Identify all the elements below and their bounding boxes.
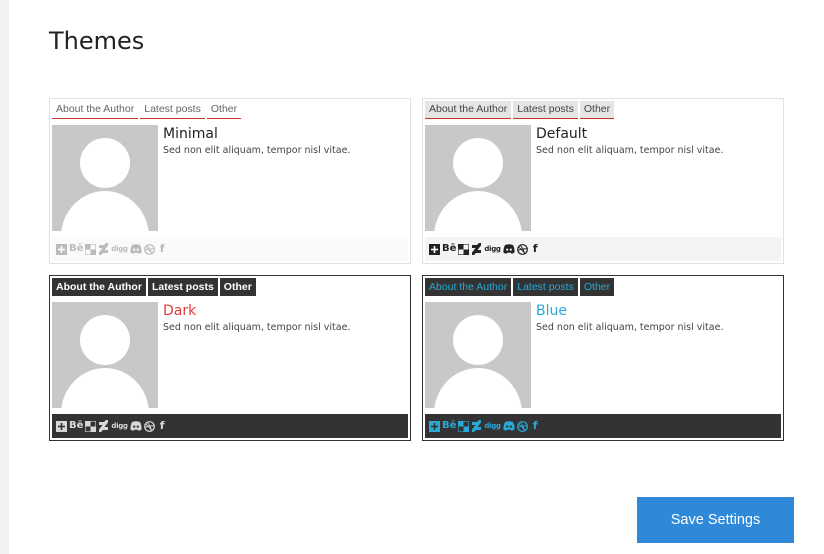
social-icons-bar: Bē digg f — [425, 414, 781, 438]
theme-name: Dark — [163, 303, 197, 319]
author-description: Sed non elit aliquam, tempor nisl vitae. — [163, 145, 351, 156]
tab-bar: About the Author Latest posts Other — [425, 101, 616, 119]
tab-about-author[interactable]: About the Author — [425, 101, 512, 119]
digg-icon[interactable]: digg — [111, 243, 128, 255]
tab-bar: About the Author Latest posts Other — [425, 278, 616, 296]
tab-latest-posts[interactable]: Latest posts — [147, 278, 218, 296]
dribbble-icon[interactable] — [516, 420, 528, 432]
tab-latest-posts[interactable]: Latest posts — [513, 101, 578, 119]
discord-icon[interactable] — [130, 420, 142, 432]
theme-card-dark[interactable]: About the Author Latest posts Other Dark… — [49, 275, 411, 441]
avatar-placeholder — [425, 125, 531, 231]
discord-icon[interactable] — [503, 420, 515, 432]
behance-icon[interactable]: Bē — [69, 420, 83, 432]
tab-other[interactable]: Other — [219, 278, 256, 296]
digg-icon[interactable]: digg — [484, 420, 501, 432]
facebook-icon[interactable]: f — [157, 243, 168, 255]
delicious-icon[interactable] — [85, 420, 97, 432]
plus-square-icon[interactable] — [429, 420, 440, 432]
social-icons-bar: Bē digg f — [52, 237, 408, 261]
deviantart-icon[interactable] — [98, 420, 109, 432]
tab-other[interactable]: Other — [206, 101, 242, 119]
theme-name: Default — [536, 126, 588, 142]
deviantart-icon[interactable] — [471, 243, 482, 255]
tab-bar: About the Author Latest posts Other — [52, 101, 243, 119]
theme-card-default[interactable]: About the Author Latest posts Other Defa… — [422, 98, 784, 264]
behance-icon[interactable]: Bē — [442, 420, 456, 432]
facebook-icon[interactable]: f — [530, 420, 541, 432]
dribbble-icon[interactable] — [143, 243, 155, 255]
avatar-placeholder — [425, 302, 531, 408]
author-description: Sed non elit aliquam, tempor nisl vitae. — [536, 145, 724, 156]
delicious-icon[interactable] — [458, 420, 470, 432]
author-description: Sed non elit aliquam, tempor nisl vitae. — [163, 322, 351, 333]
facebook-icon[interactable]: f — [157, 420, 168, 432]
deviantart-icon[interactable] — [471, 420, 482, 432]
page-title: Themes — [49, 27, 145, 55]
plus-square-icon[interactable] — [56, 243, 67, 255]
left-sidebar-edge — [0, 0, 9, 554]
dribbble-icon[interactable] — [516, 243, 528, 255]
theme-card-blue[interactable]: About the Author Latest posts Other Blue… — [422, 275, 784, 441]
theme-name: Blue — [536, 303, 567, 319]
digg-icon[interactable]: digg — [484, 243, 501, 255]
tab-latest-posts[interactable]: Latest posts — [140, 101, 205, 119]
delicious-icon[interactable] — [458, 243, 470, 255]
delicious-icon[interactable] — [85, 243, 97, 255]
behance-icon[interactable]: Bē — [69, 243, 83, 255]
tab-other[interactable]: Other — [579, 101, 615, 119]
tab-other[interactable]: Other — [579, 278, 615, 296]
avatar-placeholder — [52, 302, 158, 408]
social-icons-bar: Bē digg f — [52, 414, 408, 438]
dribbble-icon[interactable] — [143, 420, 155, 432]
plus-square-icon[interactable] — [429, 243, 440, 255]
digg-icon[interactable]: digg — [111, 420, 128, 432]
facebook-icon[interactable]: f — [530, 243, 541, 255]
tab-latest-posts[interactable]: Latest posts — [513, 278, 578, 296]
plus-square-icon[interactable] — [56, 420, 67, 432]
author-description: Sed non elit aliquam, tempor nisl vitae. — [536, 322, 724, 333]
tab-bar: About the Author Latest posts Other — [52, 278, 258, 296]
theme-name: Minimal — [163, 126, 218, 142]
behance-icon[interactable]: Bē — [442, 243, 456, 255]
discord-icon[interactable] — [130, 243, 142, 255]
deviantart-icon[interactable] — [98, 243, 109, 255]
social-icons-bar: Bē digg f — [425, 237, 781, 261]
tab-about-author[interactable]: About the Author — [52, 101, 139, 119]
tab-about-author[interactable]: About the Author — [425, 278, 512, 296]
theme-card-minimal[interactable]: About the Author Latest posts Other Mini… — [49, 98, 411, 264]
tab-about-author[interactable]: About the Author — [52, 278, 146, 296]
discord-icon[interactable] — [503, 243, 515, 255]
save-settings-button[interactable]: Save Settings — [637, 497, 794, 543]
avatar-placeholder — [52, 125, 158, 231]
